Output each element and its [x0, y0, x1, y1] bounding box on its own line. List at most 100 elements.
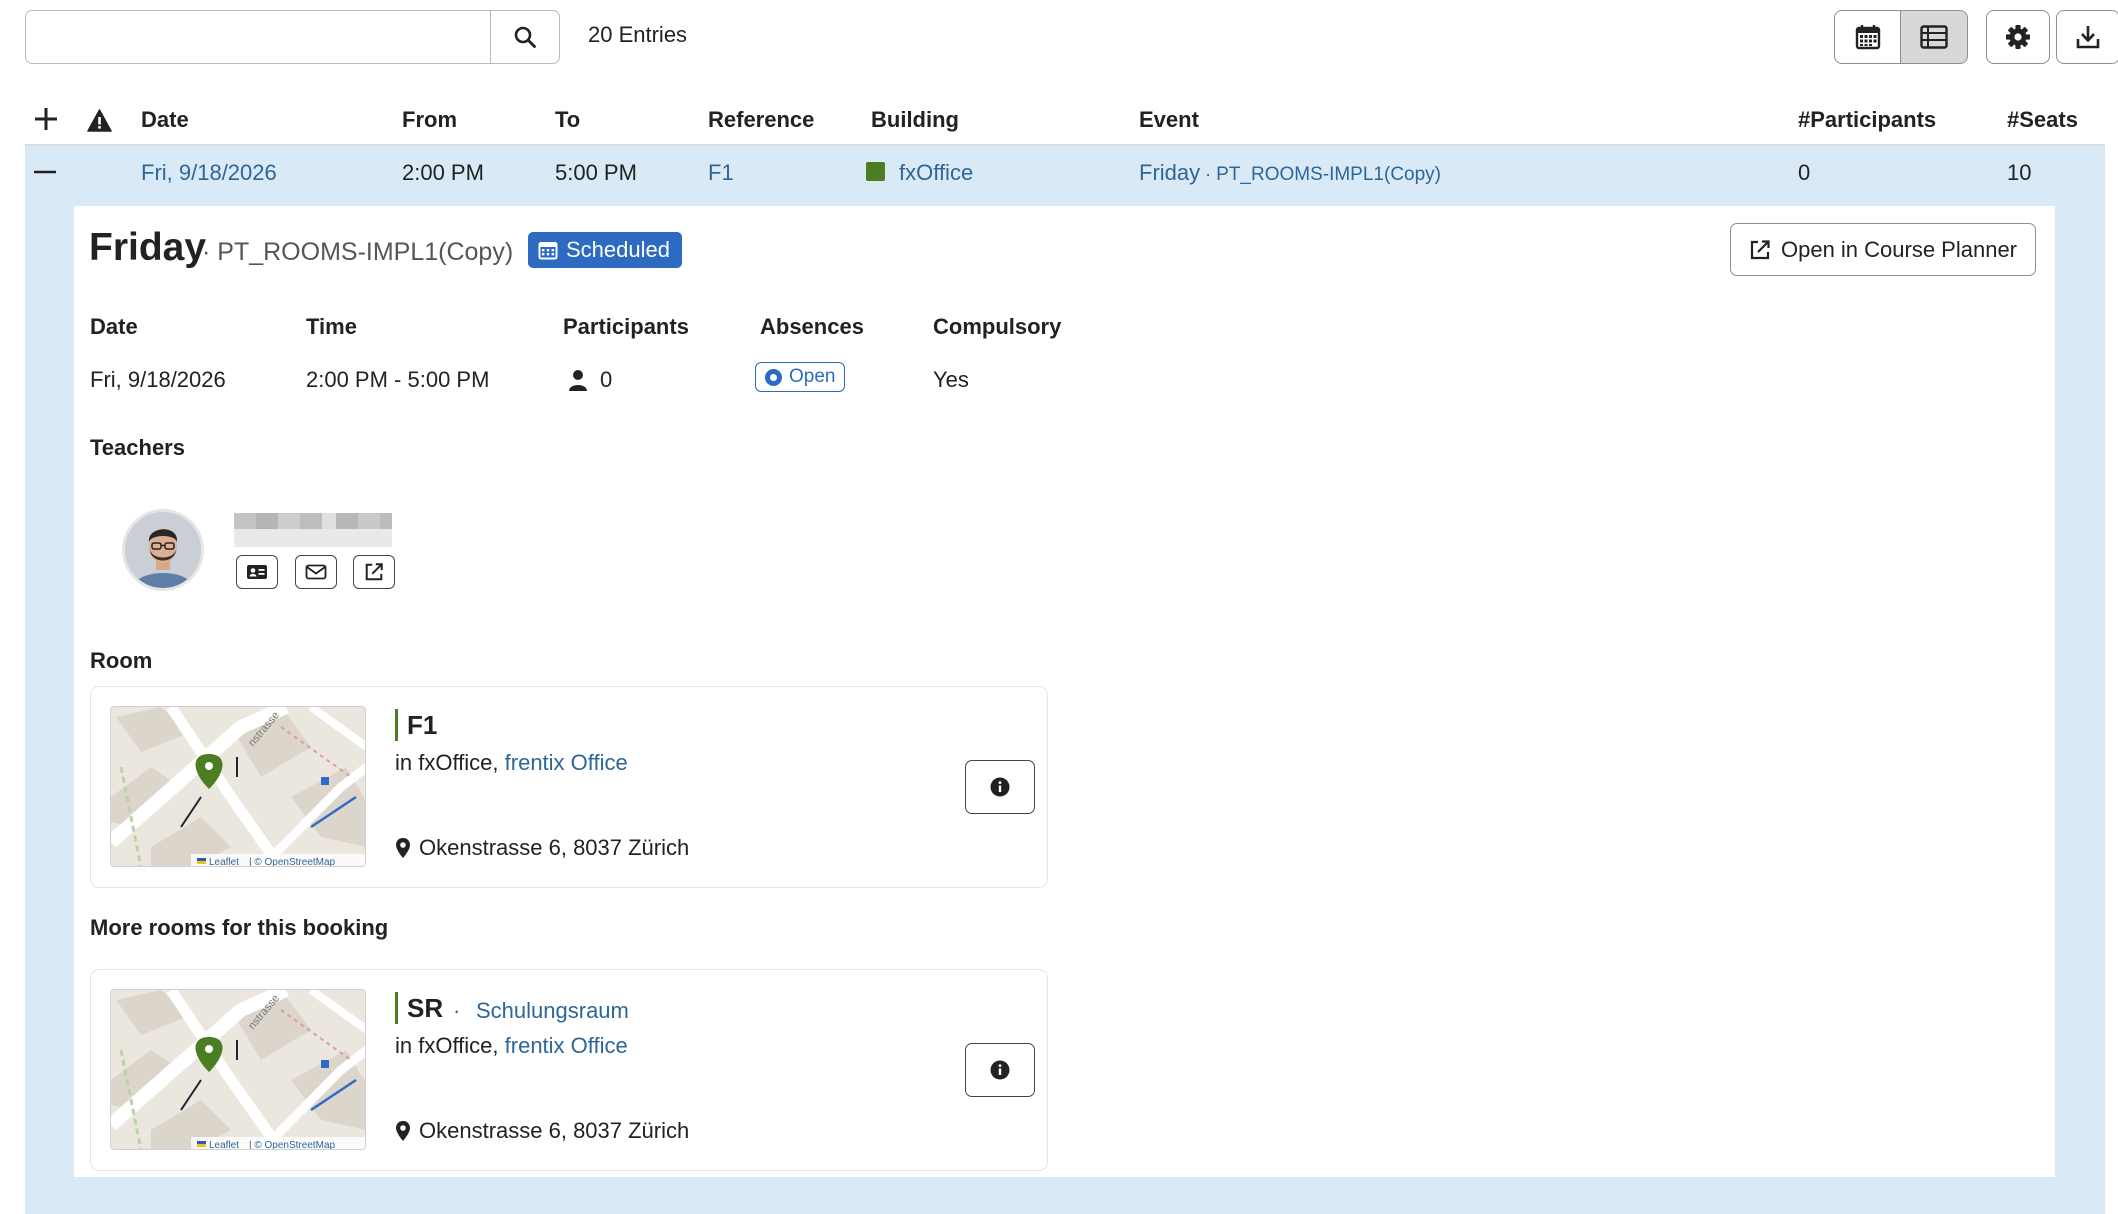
row-date[interactable]: Fri, 9/18/2026 — [141, 160, 277, 186]
room-accent-bar — [395, 992, 398, 1024]
map-attribution-leaflet[interactable]: Leaflet — [209, 857, 239, 867]
building-color-swatch — [866, 162, 885, 181]
row-to: 5:00 PM — [555, 160, 637, 185]
external-link-icon — [1750, 239, 1770, 259]
avatar — [122, 509, 204, 591]
room-location-prefix: in fxOffice, — [395, 750, 505, 775]
map-attribution-osm[interactable]: | © OpenStreetMap — [249, 857, 336, 867]
map-pin-icon — [396, 838, 410, 858]
teacher-portrait — [125, 512, 201, 588]
calendar-icon — [1855, 25, 1880, 50]
row-reference[interactable]: F1 — [708, 160, 734, 186]
teacher-name-redacted — [234, 513, 392, 547]
row-from: 2:00 PM — [402, 160, 484, 185]
open-course-planner-button[interactable]: Open in Course Planner — [1730, 223, 2036, 276]
teacher-profile-link-button[interactable] — [353, 555, 395, 589]
teacher-email-button[interactable] — [295, 555, 337, 589]
settings-button[interactable] — [1986, 10, 2050, 64]
info-icon — [990, 1060, 1010, 1080]
room-accent-bar — [395, 709, 398, 741]
value-compulsory: Yes — [933, 367, 969, 392]
room-card: nstrasse Leaflet | © OpenStreetMap SR · … — [90, 969, 1048, 1171]
room-info-button[interactable] — [965, 1043, 1035, 1097]
search-button[interactable] — [490, 10, 560, 64]
detail-title: Friday — [89, 226, 207, 269]
plus-icon — [35, 108, 57, 130]
info-icon — [990, 777, 1010, 797]
room-name: F1 — [407, 710, 438, 740]
room-address-text: Okenstrasse 6, 8037 Zürich — [419, 835, 690, 860]
room-heading: Room — [90, 648, 153, 673]
value-time: 2:00 PM - 5:00 PM — [306, 367, 490, 392]
map-attribution-leaflet[interactable]: Leaflet — [209, 1140, 239, 1150]
value-participants: 0 — [568, 367, 612, 393]
add-row-button[interactable] — [33, 106, 59, 137]
status-badge-label: Scheduled — [566, 237, 670, 262]
teacher-contact-card-button[interactable] — [236, 555, 278, 589]
map-image: nstrasse Leaflet | © OpenStreetMap — [111, 990, 365, 1150]
col-header-participants[interactable]: #Participants — [1798, 107, 1936, 133]
col-header-from[interactable]: From — [402, 107, 457, 133]
external-link-icon — [365, 563, 383, 581]
row-event-separator: · — [1200, 164, 1217, 184]
room-location: in fxOffice, frentix Office — [395, 1033, 628, 1059]
person-icon — [569, 370, 587, 391]
col-header-seats[interactable]: #Seats — [2007, 107, 2078, 133]
room-subname: Schulungsraum — [476, 998, 629, 1023]
warning-column-header — [87, 109, 112, 137]
calendar-icon — [538, 242, 558, 260]
teachers-heading: Teachers — [90, 435, 185, 460]
list-icon — [1920, 25, 1948, 49]
row-event-code: PT_ROOMS-IMPL1(Copy) — [1216, 164, 1441, 185]
row-event[interactable]: Friday · PT_ROOMS-IMPL1(Copy) — [1139, 160, 1441, 186]
download-button[interactable] — [2056, 10, 2118, 64]
map-pin-icon — [396, 1121, 410, 1141]
room-location: in fxOffice, frentix Office — [395, 750, 628, 776]
map-attribution-osm[interactable]: | © OpenStreetMap — [249, 1140, 336, 1150]
room-location-link[interactable]: frentix Office — [505, 750, 628, 775]
room-location-prefix: in fxOffice, — [395, 1033, 505, 1058]
label-date: Date — [90, 314, 138, 339]
gear-icon — [2006, 25, 2030, 49]
absences-badge-label: Open — [789, 366, 836, 387]
col-header-reference[interactable]: Reference — [708, 107, 814, 133]
list-view-button[interactable] — [1901, 10, 1968, 64]
warning-icon — [87, 109, 112, 132]
row-event-name: Friday — [1139, 160, 1201, 185]
value-date: Fri, 9/18/2026 — [90, 367, 226, 392]
minus-icon — [34, 170, 56, 174]
absences-badge[interactable]: Open — [755, 362, 846, 392]
search-icon — [514, 26, 536, 48]
room-location-link[interactable]: frentix Office — [505, 1033, 628, 1058]
label-compulsory: Compulsory — [933, 314, 1062, 339]
room-info-button[interactable] — [965, 760, 1035, 814]
col-header-date[interactable]: Date — [141, 107, 189, 133]
more-rooms-heading: More rooms for this booking — [90, 915, 389, 940]
row-building[interactable]: fxOffice — [899, 160, 973, 186]
room-name-separator: · — [453, 998, 461, 1023]
collapse-row-button[interactable] — [33, 160, 57, 189]
search-input[interactable] — [25, 10, 493, 64]
calendar-view-button[interactable] — [1834, 10, 1901, 64]
col-header-event[interactable]: Event — [1139, 107, 1199, 133]
room-address: Okenstrasse 6, 8037 Zürich — [395, 835, 689, 861]
status-badge: Scheduled — [528, 232, 682, 268]
value-participants-count: 0 — [600, 367, 613, 392]
room-address: Okenstrasse 6, 8037 Zürich — [395, 1118, 689, 1144]
row-seats: 10 — [2007, 160, 2032, 185]
detail-subtitle: · PT_ROOMS-IMPL1(Copy) — [202, 238, 514, 266]
map-image: nstrasse Leaflet | © OpenStreetMap — [111, 707, 365, 867]
col-header-building[interactable]: Building — [871, 107, 959, 133]
vcard-icon — [247, 565, 267, 579]
room-card: nstrasse Leaflet | © OpenStreetMap F1 in… — [90, 686, 1048, 888]
room-map[interactable]: nstrasse Leaflet | © OpenStreetMap — [110, 706, 366, 867]
label-time: Time — [306, 314, 357, 339]
entries-count: 20 Entries — [588, 22, 688, 47]
open-course-planner-label: Open in Course Planner — [1780, 236, 2018, 262]
row-participants: 0 — [1798, 160, 1811, 185]
room-address-text: Okenstrasse 6, 8037 Zürich — [419, 1118, 690, 1143]
col-header-to[interactable]: To — [555, 107, 580, 133]
room-map[interactable]: nstrasse Leaflet | © OpenStreetMap — [110, 989, 366, 1150]
label-participants: Participants — [563, 314, 689, 339]
room-name: SR — [407, 993, 444, 1023]
